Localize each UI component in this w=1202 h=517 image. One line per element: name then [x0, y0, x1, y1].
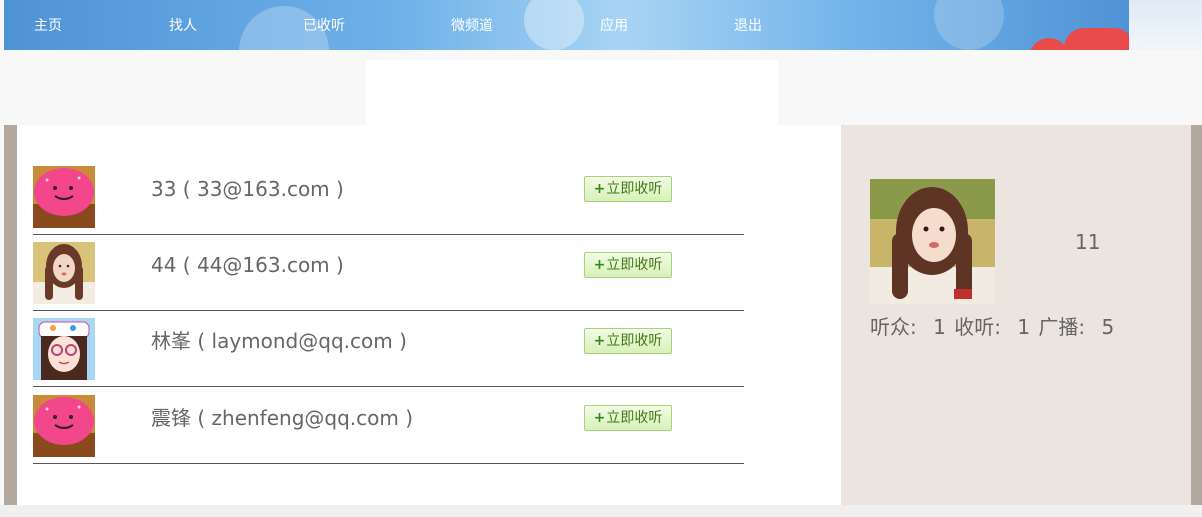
user-list-item: 33 ( 33@163.com ) +立即收听 — [33, 159, 744, 235]
user-name: 33 ( 33@163.com ) — [151, 177, 344, 201]
decorative-sky — [1129, 0, 1202, 50]
pink-cupcake-icon — [33, 395, 95, 457]
listeners-count[interactable]: 1 — [933, 315, 946, 339]
plus-icon: + — [593, 181, 606, 197]
avatar[interactable] — [33, 242, 95, 304]
bottom-strip — [0, 505, 1202, 517]
top-nav-banner: 主页 找人 已收听 微频道 应用 退出 — [4, 0, 1129, 50]
header-center-panel — [366, 60, 778, 125]
user-name: 震锋 ( zhenfeng@qq.com ) — [151, 406, 414, 430]
following-count[interactable]: 1 — [1017, 315, 1030, 339]
pink-cupcake-icon — [33, 166, 95, 228]
decorative-cloud — [1029, 38, 1069, 50]
profile-sidebar: 11 听众: 1 收听: 1 广播: 5 — [841, 125, 1191, 505]
follow-button[interactable]: +立即收听 — [584, 252, 672, 278]
follow-button-label: 立即收听 — [606, 333, 663, 349]
user-list-item: 震锋 ( zhenfeng@qq.com ) +立即收听 — [33, 388, 744, 464]
user-list-panel: 33 ( 33@163.com ) +立即收听 44 ( 44@163.com … — [17, 125, 841, 505]
follow-button[interactable]: +立即收听 — [584, 176, 672, 202]
plus-icon: + — [593, 410, 606, 426]
following-label: 收听: — [954, 315, 1001, 339]
frame-left-border — [4, 125, 17, 505]
avatar[interactable] — [33, 318, 95, 380]
nav-find-people-link[interactable]: 找人 — [169, 16, 197, 36]
girl-photo-icon — [870, 179, 995, 304]
user-name: 44 ( 44@163.com ) — [151, 253, 344, 277]
girl-photo-icon — [33, 242, 95, 304]
plus-icon: + — [593, 333, 606, 349]
decorative-bubble — [524, 0, 584, 50]
decorative-bubble — [934, 0, 1004, 50]
user-list-item: 44 ( 44@163.com ) +立即收听 — [33, 235, 744, 311]
plus-icon: + — [593, 257, 606, 273]
nav-apps-link[interactable]: 应用 — [600, 16, 628, 36]
frame-right-border — [1191, 125, 1202, 505]
follow-button-label: 立即收听 — [606, 257, 663, 273]
follow-button-label: 立即收听 — [606, 181, 663, 197]
broadcasts-label: 广播: — [1038, 315, 1086, 339]
cartoon-girl-icon — [33, 318, 95, 380]
nav-logout-link[interactable]: 退出 — [734, 16, 762, 36]
user-list-item: 林峯 ( laymond@qq.com ) +立即收听 — [33, 311, 744, 387]
follow-button-label: 立即收听 — [606, 410, 663, 426]
nav-following-link[interactable]: 已收听 — [303, 16, 345, 36]
broadcasts-count[interactable]: 5 — [1102, 315, 1115, 339]
profile-avatar[interactable] — [870, 179, 995, 304]
user-name: 林峯 ( laymond@qq.com ) — [151, 329, 407, 353]
follow-button[interactable]: +立即收听 — [584, 328, 672, 354]
follow-button[interactable]: +立即收听 — [584, 405, 672, 431]
nav-micro-channel-link[interactable]: 微频道 — [451, 16, 493, 36]
profile-stats: 听众: 1 收听: 1 广播: 5 — [870, 311, 1114, 340]
profile-id: 11 — [1075, 230, 1101, 254]
avatar[interactable] — [33, 395, 95, 457]
listeners-label: 听众: — [870, 315, 917, 339]
avatar[interactable] — [33, 166, 95, 228]
decorative-cloud — [1064, 28, 1129, 50]
nav-home-link[interactable]: 主页 — [34, 16, 62, 36]
